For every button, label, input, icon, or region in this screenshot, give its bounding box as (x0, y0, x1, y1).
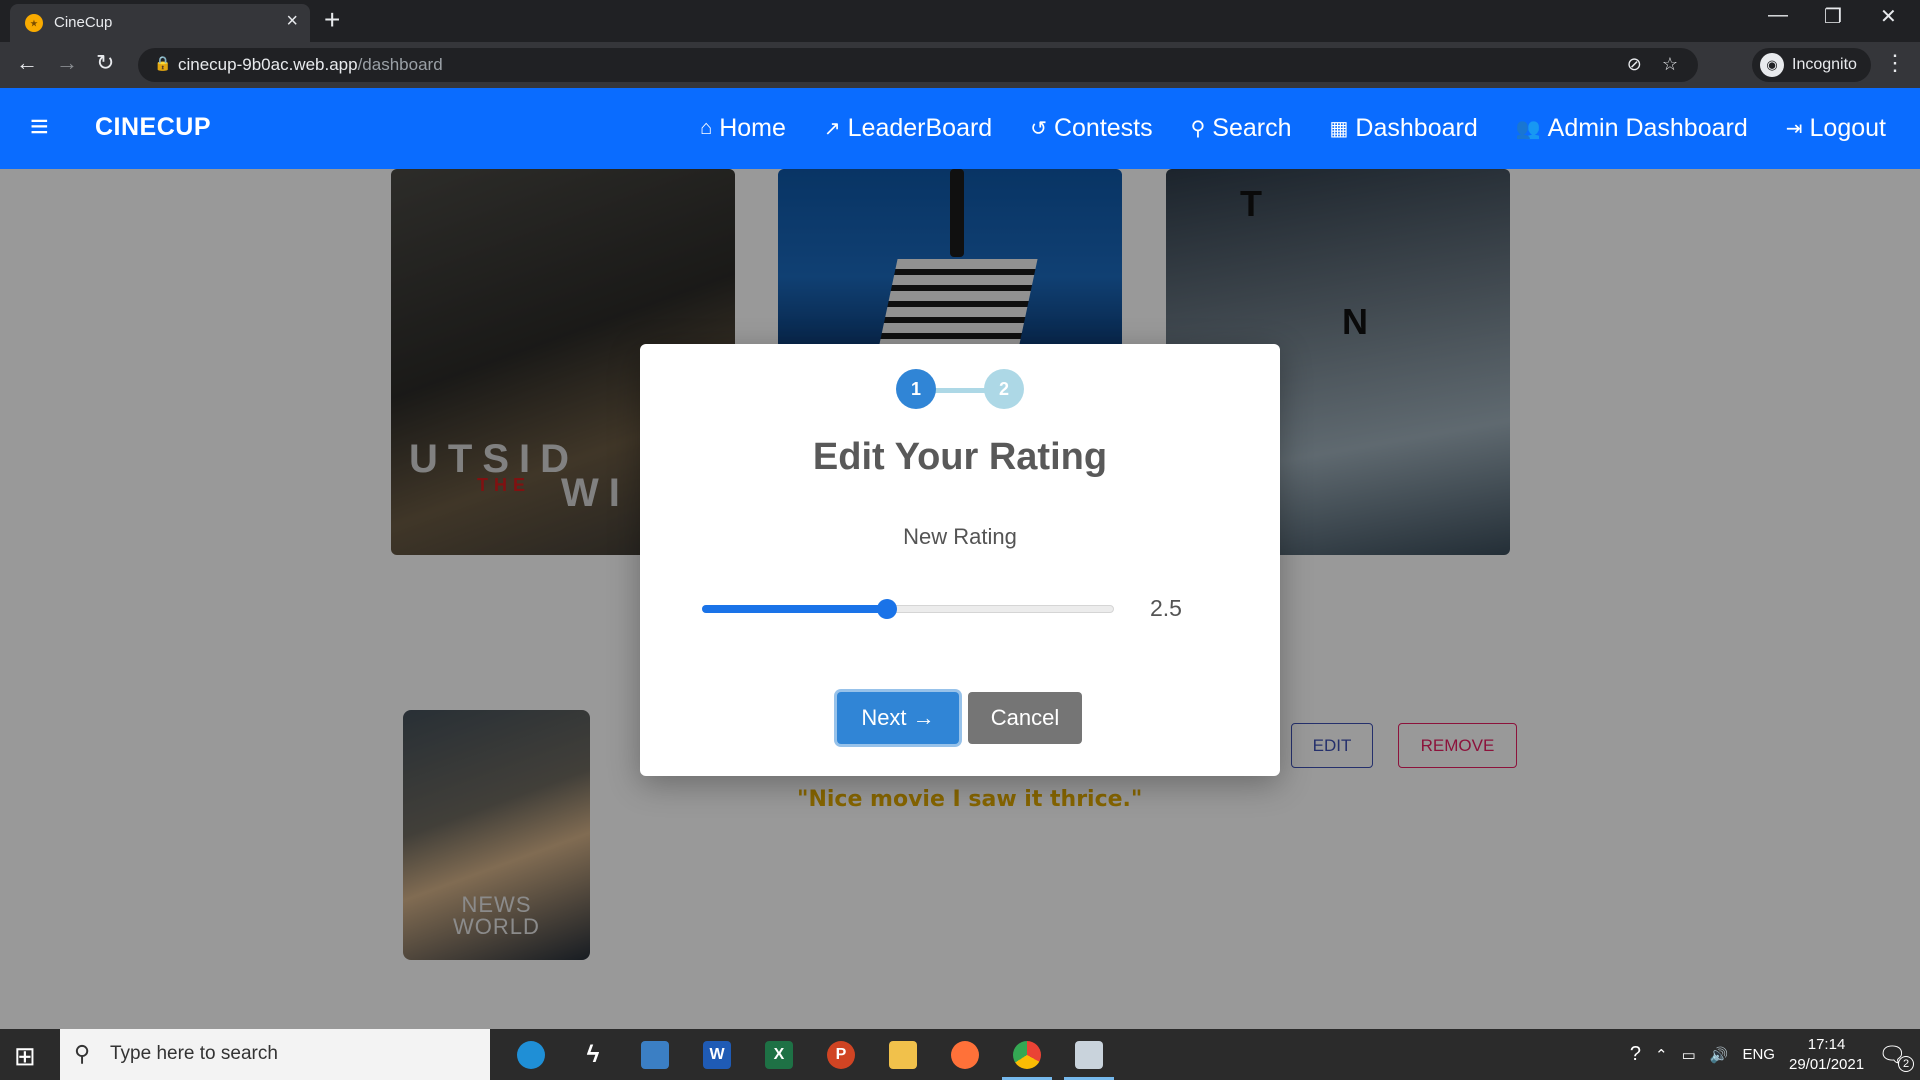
browser-toolbar: ← → ↻ 🔒 cinecup-9b0ac.web.app/dashboard … (0, 42, 1920, 88)
nav-home[interactable]: ⌂ Home (700, 114, 786, 143)
browser-menu-icon[interactable]: ⋮ (1884, 50, 1906, 76)
tab-close-icon[interactable]: × (286, 10, 298, 33)
rating-label: New Rating (903, 524, 1017, 549)
restore-icon[interactable]: ❐ (1824, 4, 1842, 29)
incognito-icon: ◉ (1760, 53, 1784, 77)
url-text: cinecup-9b0ac.web.app/dashboard (178, 55, 443, 74)
browser-tab-bar: ★ CineCup × + — ❐ ✕ (0, 0, 1920, 42)
clock-date: 29/01/2021 (1788, 1055, 1865, 1073)
clock-time: 17:14 (1807, 1035, 1846, 1053)
trending-icon: ↗ (823, 118, 841, 140)
taskbar-apps: ϟ W X P (500, 1029, 1120, 1080)
nav-admin-dashboard[interactable]: 👥 Admin Dashboard (1516, 114, 1748, 143)
edge-icon[interactable] (500, 1029, 562, 1080)
volume-icon[interactable]: 🔊 (1710, 1046, 1729, 1064)
tab-title: CineCup (54, 14, 113, 31)
edit-rating-modal: 1 2 Edit Your Rating New Rating 2.5 Next… (640, 344, 1280, 776)
home-icon: ⌂ (700, 117, 713, 139)
slider-thumb[interactable] (877, 599, 898, 619)
notification-center-icon[interactable]: 🗨 2 (1878, 1042, 1914, 1072)
nav-dashboard[interactable]: ▦ Dashboard (1330, 114, 1478, 143)
windows-taskbar: ⊞ ⚲ Type here to search ϟ W X P ? ⌃ ▭ 🔊 … (0, 1029, 1920, 1080)
omnibox-icons: ⊘ ☆ (1627, 54, 1678, 75)
taskbar-search[interactable]: ⚲ Type here to search (60, 1029, 490, 1080)
cancel-button[interactable]: Cancel (968, 692, 1082, 744)
nav-search[interactable]: ⚲ Search (1191, 114, 1292, 143)
nav-leaderboard[interactable]: ↗ LeaderBoard (824, 114, 992, 143)
hamburger-menu-icon[interactable]: ≡ (30, 108, 49, 145)
windows-start-icon[interactable]: ⊞ (14, 1041, 36, 1072)
people-icon: 👥 (1515, 118, 1541, 140)
language-indicator[interactable]: ENG (1742, 1046, 1775, 1063)
nav-links: ⌂ Home ↗ LeaderBoard ↺ Contests ⚲ Search… (700, 114, 1886, 143)
step-2-indicator: 2 (984, 369, 1024, 409)
app-navbar: ≡ CINECUP ⌂ Home ↗ LeaderBoard ↺ Contest… (0, 88, 1920, 169)
logout-icon: ⇥ (1785, 118, 1803, 140)
nav-admin-dashboard-label: Admin Dashboard (1547, 114, 1748, 142)
new-tab-icon[interactable]: + (324, 4, 340, 36)
rating-slider[interactable] (702, 599, 1114, 619)
firefox-icon[interactable] (934, 1029, 996, 1080)
profile-label: Incognito (1792, 56, 1857, 73)
nav-contests[interactable]: ↺ Contests (1030, 114, 1152, 143)
incognito-profile-button[interactable]: ◉ Incognito (1752, 48, 1871, 82)
taskbar-search-placeholder: Type here to search (110, 1043, 278, 1064)
nav-leaderboard-label: LeaderBoard (847, 114, 993, 142)
step-1-indicator: 1 (896, 369, 936, 409)
lock-icon[interactable]: 🔒 (154, 55, 171, 72)
chrome-icon[interactable] (996, 1029, 1058, 1080)
nav-search-label: Search (1212, 114, 1292, 142)
history-icon: ↺ (1030, 118, 1047, 140)
reload-icon[interactable]: ↻ (96, 50, 114, 76)
brand-logo[interactable]: CINECUP (95, 113, 211, 142)
word-icon[interactable]: W (686, 1029, 748, 1080)
search-icon: ⚲ (74, 1041, 91, 1066)
eye-off-icon[interactable]: ⊘ (1627, 54, 1642, 74)
explorer-icon[interactable] (872, 1029, 934, 1080)
modal-title: Edit Your Rating (812, 436, 1108, 478)
powerpoint-icon[interactable]: P (810, 1029, 872, 1080)
nav-dashboard-label: Dashboard (1355, 114, 1478, 142)
minimize-icon[interactable]: — (1768, 4, 1788, 27)
taskbar-clock[interactable]: 17:14 29/01/2021 (1789, 1035, 1864, 1075)
slider-fill (702, 605, 888, 613)
next-button[interactable]: Next → (837, 692, 959, 744)
search-icon: ⚲ (1190, 118, 1206, 140)
nav-logout-label: Logout (1809, 114, 1886, 142)
nav-logout[interactable]: ⇥ Logout (1786, 114, 1886, 143)
forward-icon[interactable]: → (56, 50, 78, 76)
browser-tab[interactable]: ★ CineCup × (10, 4, 310, 42)
dashboard-icon: ▦ (1329, 118, 1349, 140)
nav-contests-label: Contests (1053, 114, 1153, 142)
back-icon[interactable]: ← (16, 50, 38, 76)
snip-icon[interactable] (624, 1029, 686, 1080)
terminal-icon[interactable]: ϟ (562, 1029, 624, 1080)
bookmark-star-icon[interactable]: ☆ (1662, 54, 1678, 74)
cinecup-favicon-icon: ★ (25, 14, 43, 32)
nav-home-label: Home (719, 114, 786, 142)
address-bar[interactable]: 🔒 cinecup-9b0ac.web.app/dashboard ⊘ ☆ (138, 48, 1698, 82)
remote-desktop-icon[interactable] (1058, 1029, 1120, 1080)
window-close-icon[interactable]: ✕ (1880, 4, 1897, 29)
rating-value: 2.5 (1150, 595, 1182, 621)
show-hidden-icons-icon[interactable]: ⌃ (1655, 1046, 1668, 1064)
system-tray: ? ⌃ ▭ 🔊 ENG 17:14 29/01/2021 🗨 2 (1630, 1029, 1914, 1080)
excel-icon[interactable]: X (748, 1029, 810, 1080)
notification-badge: 2 (1898, 1055, 1914, 1072)
battery-icon[interactable]: ▭ (1682, 1046, 1696, 1064)
help-icon[interactable]: ? (1630, 1043, 1641, 1066)
progress-steps: 1 2 (896, 369, 1024, 411)
